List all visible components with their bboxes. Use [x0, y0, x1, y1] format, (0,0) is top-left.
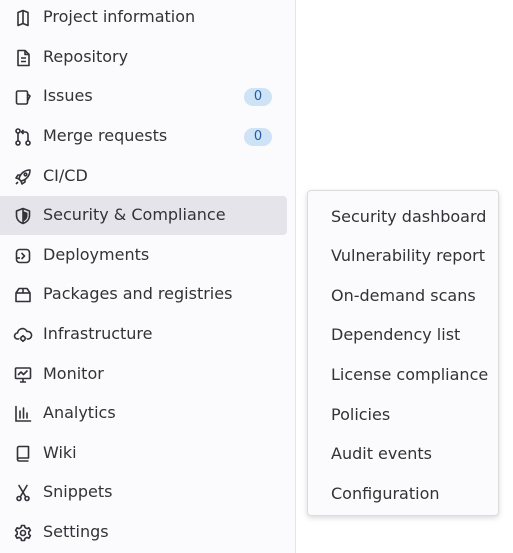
- flyout-item-on-demand-scans[interactable]: On-demand scans: [331, 286, 476, 306]
- sidebar-item-security-compliance[interactable]: Security & Compliance: [0, 196, 287, 235]
- sidebar-item-label: Project information: [43, 7, 196, 26]
- document-icon: [13, 48, 33, 68]
- sidebar-item-label: Monitor: [43, 364, 104, 383]
- scissors-icon: [13, 483, 33, 503]
- issues-count-badge: 0: [244, 88, 272, 106]
- sidebar-item-label: CI/CD: [43, 166, 88, 185]
- sidebar-item-wiki[interactable]: Wiki: [0, 434, 287, 473]
- sidebar-item-label: Settings: [43, 522, 109, 541]
- sidebar-item-packages-registries[interactable]: Packages and registries: [0, 275, 287, 314]
- sidebar-item-label: Snippets: [43, 482, 113, 501]
- sidebar-item-label: Security & Compliance: [43, 205, 226, 224]
- sidebar-item-repository[interactable]: Repository: [0, 38, 287, 77]
- cloud-gear-icon: [13, 325, 33, 345]
- flyout-item-audit-events[interactable]: Audit events: [331, 444, 432, 464]
- sidebar-item-label: Issues: [43, 86, 93, 105]
- security-compliance-flyout-menu: Security dashboard Vulnerability report …: [307, 190, 499, 516]
- flyout-item-security-dashboard[interactable]: Security dashboard: [331, 207, 486, 227]
- issues-icon: [13, 87, 33, 107]
- sidebar-item-monitor[interactable]: Monitor: [0, 355, 287, 394]
- sidebar-item-ci-cd[interactable]: CI/CD: [0, 157, 287, 196]
- book-icon: [13, 444, 33, 464]
- sidebar-item-label: Wiki: [43, 443, 77, 462]
- sidebar-item-label: Merge requests: [43, 126, 168, 145]
- project-icon: [13, 8, 33, 28]
- sidebar-item-infrastructure[interactable]: Infrastructure: [0, 315, 287, 354]
- package-icon: [13, 285, 33, 305]
- monitor-icon: [13, 365, 33, 385]
- sidebar-item-label: Infrastructure: [43, 324, 153, 343]
- sidebar-item-label: Analytics: [43, 403, 116, 422]
- sidebar-item-deployments[interactable]: Deployments: [0, 236, 287, 275]
- sidebar-item-label: Repository: [43, 47, 129, 66]
- sidebar-item-project-information[interactable]: Project information: [0, 0, 287, 37]
- flyout-item-vulnerability-report[interactable]: Vulnerability report: [331, 246, 485, 266]
- merge-requests-count-badge: 0: [244, 128, 272, 146]
- flyout-item-policies[interactable]: Policies: [331, 405, 390, 425]
- sidebar-item-merge-requests[interactable]: Merge requests 0: [0, 117, 287, 156]
- flyout-item-dependency-list[interactable]: Dependency list: [331, 325, 460, 345]
- sidebar-item-label: Deployments: [43, 245, 150, 264]
- deployments-icon: [13, 246, 33, 266]
- sidebar-item-label: Packages and registries: [43, 284, 233, 303]
- sidebar: Project information Repository Issues 0 …: [0, 0, 296, 553]
- sidebar-item-settings[interactable]: Settings: [0, 513, 287, 552]
- flyout-item-license-compliance[interactable]: License compliance: [331, 365, 488, 385]
- flyout-item-configuration[interactable]: Configuration: [331, 484, 440, 504]
- sidebar-item-snippets[interactable]: Snippets: [0, 473, 287, 512]
- sidebar-item-analytics[interactable]: Analytics: [0, 394, 287, 433]
- rocket-icon: [13, 167, 33, 187]
- gear-icon: [13, 523, 33, 543]
- git-merge-icon: [13, 127, 33, 147]
- chart-icon: [13, 404, 33, 424]
- shield-icon: [13, 206, 33, 226]
- sidebar-item-issues[interactable]: Issues 0: [0, 77, 287, 116]
